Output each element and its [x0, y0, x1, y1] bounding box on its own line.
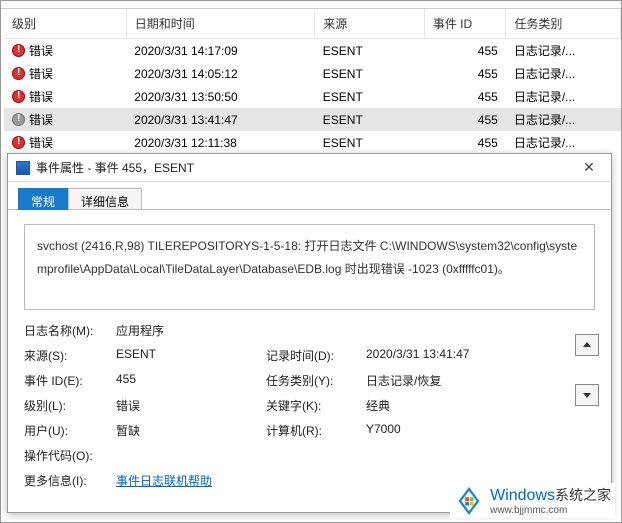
- cell-level: 错误: [29, 67, 53, 81]
- cell-task-category: 日志记录/...: [506, 39, 621, 63]
- window-top-border: [1, 1, 621, 9]
- label-task-category: 任务类别(Y):: [266, 372, 366, 389]
- tab-details[interactable]: 详细信息: [68, 188, 142, 210]
- windows-logo-icon: [454, 486, 484, 516]
- watermark: Windows系统之家 www.bjjmmc.com: [450, 483, 615, 518]
- table-header-row: 级别 日期和时间 来源 事件 ID 任务类别: [4, 9, 621, 39]
- value-user: 暂缺: [116, 422, 266, 439]
- value-level: 错误: [116, 397, 266, 414]
- cell-task-category: 日志记录/...: [506, 131, 621, 154]
- dialog-titlebar[interactable]: 事件属性 - 事件 455，ESENT ✕: [8, 154, 611, 182]
- cell-level: 错误: [29, 113, 53, 127]
- cell-event-id: 455: [424, 62, 506, 85]
- table-row[interactable]: 错误 2020/3/31 13:41:47ESENT455日志记录/...: [4, 108, 621, 131]
- value-log-name: 应用程序: [116, 322, 526, 339]
- close-button[interactable]: ✕: [575, 158, 603, 178]
- error-icon: [12, 44, 25, 57]
- cell-task-category: 日志记录/...: [506, 108, 621, 131]
- cell-source: ESENT: [315, 85, 425, 108]
- cell-task-category: 日志记录/...: [506, 85, 621, 108]
- dialog-title: 事件属性 - 事件 455，ESENT: [36, 159, 575, 176]
- dialog-body: svchost (2416,R,98) TILEREPOSITORYS-1-5-…: [8, 210, 611, 497]
- table-row[interactable]: 错误 2020/3/31 14:17:09ESENT455日志记录/...: [4, 39, 621, 63]
- cell-event-id: 455: [424, 131, 506, 154]
- cell-level: 错误: [29, 90, 53, 104]
- error-icon: [12, 113, 25, 126]
- label-event-id: 事件 ID(E):: [24, 372, 116, 389]
- table-row[interactable]: 错误 2020/3/31 14:05:12ESENT455日志记录/...: [4, 62, 621, 85]
- label-computer: 计算机(R):: [266, 422, 366, 439]
- table-row[interactable]: 错误 2020/3/31 12:11:38ESENT455日志记录/...: [4, 131, 621, 154]
- cell-datetime: 2020/3/31 14:17:09: [126, 39, 315, 63]
- label-user: 用户(U):: [24, 422, 116, 439]
- cell-source: ESENT: [315, 39, 425, 63]
- event-table: 级别 日期和时间 来源 事件 ID 任务类别 错误 2020/3/31 14:17…: [4, 9, 621, 154]
- event-properties-dialog: 事件属性 - 事件 455，ESENT ✕ 常规 详细信息 svchost (2…: [7, 153, 612, 513]
- cell-source: ESENT: [315, 131, 425, 154]
- value-computer: Y7000: [366, 422, 526, 439]
- cell-event-id: 455: [424, 39, 506, 63]
- tab-bar: 常规 详细信息: [8, 182, 611, 210]
- column-task-category[interactable]: 任务类别: [506, 9, 621, 39]
- event-message-text[interactable]: svchost (2416,R,98) TILEREPOSITORYS-1-5-…: [24, 224, 595, 310]
- cell-datetime: 2020/3/31 13:50:50: [126, 85, 315, 108]
- label-source: 来源(S):: [24, 347, 116, 364]
- column-event-id[interactable]: 事件 ID: [424, 9, 506, 39]
- tab-general[interactable]: 常规: [18, 188, 68, 210]
- cell-event-id: 455: [424, 108, 506, 131]
- nav-buttons: [575, 334, 599, 406]
- label-opcode: 操作代码(O):: [24, 447, 116, 464]
- value-task-category: 日志记录/恢复: [366, 372, 526, 389]
- cell-event-id: 455: [424, 85, 506, 108]
- table-row[interactable]: 错误 2020/3/31 13:50:50ESENT455日志记录/...: [4, 85, 621, 108]
- label-level: 级别(L):: [24, 397, 116, 414]
- value-source: ESENT: [116, 347, 266, 364]
- cell-level: 错误: [29, 44, 53, 58]
- label-logged: 记录时间(D):: [266, 347, 366, 364]
- cell-task-category: 日志记录/...: [506, 62, 621, 85]
- dialog-icon: [16, 161, 30, 175]
- prev-event-button[interactable]: [575, 334, 599, 356]
- error-icon: [12, 136, 25, 149]
- cell-source: ESENT: [315, 108, 425, 131]
- event-fields: 日志名称(M): 应用程序 来源(S): ESENT 记录时间(D): 2020…: [24, 322, 595, 489]
- cell-level: 错误: [29, 136, 53, 150]
- cell-datetime: 2020/3/31 13:41:47: [126, 108, 315, 131]
- value-logged: 2020/3/31 13:41:47: [366, 347, 526, 364]
- error-icon: [12, 90, 25, 103]
- column-datetime[interactable]: 日期和时间: [126, 9, 315, 39]
- next-event-button[interactable]: [575, 384, 599, 406]
- label-keywords: 关键字(K):: [266, 397, 366, 414]
- value-keywords: 经典: [366, 397, 526, 414]
- cell-datetime: 2020/3/31 12:11:38: [126, 131, 315, 154]
- value-event-id: 455: [116, 372, 266, 389]
- cell-datetime: 2020/3/31 14:05:12: [126, 62, 315, 85]
- watermark-text: Windows系统之家 www.bjjmmc.com: [490, 485, 611, 516]
- error-icon: [12, 67, 25, 80]
- label-log-name: 日志名称(M):: [24, 322, 116, 339]
- column-level[interactable]: 级别: [4, 9, 126, 39]
- label-more-info: 更多信息(I):: [24, 472, 116, 489]
- value-opcode: [116, 447, 526, 464]
- column-source[interactable]: 来源: [315, 9, 425, 39]
- cell-source: ESENT: [315, 62, 425, 85]
- event-list-panel: 级别 日期和时间 来源 事件 ID 任务类别 错误 2020/3/31 14:17…: [4, 9, 621, 149]
